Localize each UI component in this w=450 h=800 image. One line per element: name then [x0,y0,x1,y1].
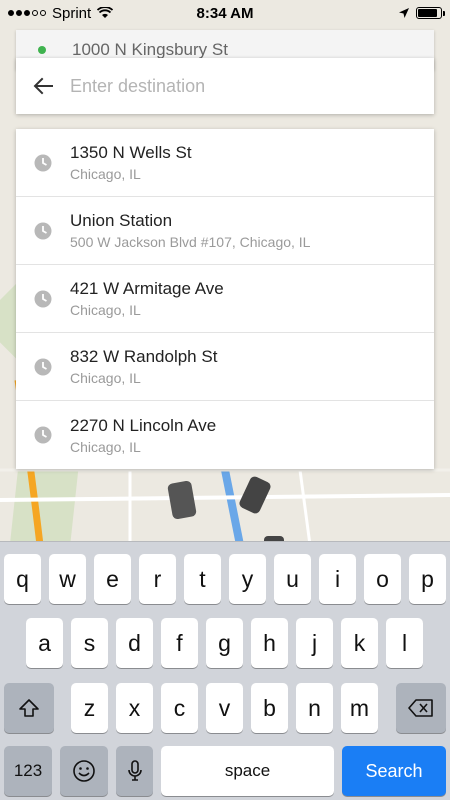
carrier-name: Sprint [52,4,92,22]
suggestion-subtitle: 500 W Jackson Blvd #107, Chicago, IL [70,234,311,250]
signal-strength-icon [8,10,46,16]
key-l[interactable]: l [386,618,423,668]
suggestion-title: 832 W Randolph St [70,347,218,366]
shift-icon [19,699,39,717]
key-o[interactable]: o [364,554,401,604]
key-j[interactable]: j [296,618,333,668]
suggestion-title: 1350 N Wells St [70,143,192,162]
suggestion-subtitle: Chicago, IL [70,438,141,455]
clock-icon [34,426,52,444]
key-d[interactable]: d [116,618,153,668]
search-key[interactable]: Search [342,746,446,796]
wifi-icon [97,7,114,18]
emoji-key[interactable] [60,746,108,796]
dictation-key[interactable] [116,746,153,796]
suggestion-subtitle: Chicago, IL [70,370,141,386]
key-b[interactable]: b [251,683,288,733]
suggestion-item[interactable]: 832 W Randolph St Chicago, IL [16,333,434,401]
key-c[interactable]: c [161,683,198,733]
key-s[interactable]: s [71,618,108,668]
suggestion-item[interactable]: 2270 N Lincoln Ave Chicago, IL [16,401,434,469]
clock-icon [34,154,52,171]
suggestion-subtitle: Chicago, IL [70,302,141,318]
suggestion-item[interactable]: Union Station 500 W Jackson Blvd #107, C… [16,197,434,265]
key-f[interactable]: f [161,618,198,668]
key-x[interactable]: x [116,683,153,733]
suggestion-title: 421 W Armitage Ave [70,279,224,298]
key-k[interactable]: k [341,618,378,668]
key-e[interactable]: e [94,554,131,604]
key-w[interactable]: w [49,554,86,604]
back-arrow-icon [33,77,53,95]
suggestion-subtitle: Chicago, IL [70,166,141,182]
onscreen-keyboard: q w e r t y u i o p a s d f g h j k l z … [0,541,450,800]
key-n[interactable]: n [296,683,333,733]
clock-icon [34,222,52,239]
key-r[interactable]: r [139,554,176,604]
key-p[interactable]: p [409,554,446,604]
key-i[interactable]: i [319,554,356,604]
key-a[interactable]: a [26,618,63,668]
numbers-key[interactable]: 123 [4,746,52,796]
emoji-icon [73,760,95,782]
key-u[interactable]: u [274,554,311,604]
suggestion-title: 2270 N Lincoln Ave [70,415,217,435]
space-key[interactable]: space [161,746,334,796]
clock-icon [34,358,52,375]
suggestion-list: 1350 N Wells St Chicago, IL Union Statio… [16,129,434,469]
shift-key[interactable] [4,683,54,733]
key-q[interactable]: q [4,554,41,604]
key-t[interactable]: t [184,554,221,604]
key-h[interactable]: h [251,618,288,668]
suggestion-title: Union Station [70,211,173,230]
back-button[interactable] [16,58,70,114]
destination-input[interactable] [70,66,434,106]
key-g[interactable]: g [206,618,243,668]
pickup-dot-icon [38,46,46,54]
battery-icon [416,7,445,19]
clock-icon [34,290,52,307]
key-y[interactable]: y [229,554,266,604]
suggestion-item[interactable]: 421 W Armitage Ave Chicago, IL [16,265,434,333]
suggestion-item[interactable]: 1350 N Wells St Chicago, IL [16,129,434,197]
backspace-icon [408,699,433,717]
key-z[interactable]: z [71,683,108,733]
destination-search-bar [16,58,434,114]
key-v[interactable]: v [206,683,243,733]
status-bar: Sprint 8:34 AM [0,0,450,26]
location-arrow-icon [399,8,409,18]
microphone-icon [127,760,142,781]
backspace-key[interactable] [396,683,446,733]
key-m[interactable]: m [341,683,378,733]
pickup-address: 1000 N Kingsbury St [72,40,228,59]
